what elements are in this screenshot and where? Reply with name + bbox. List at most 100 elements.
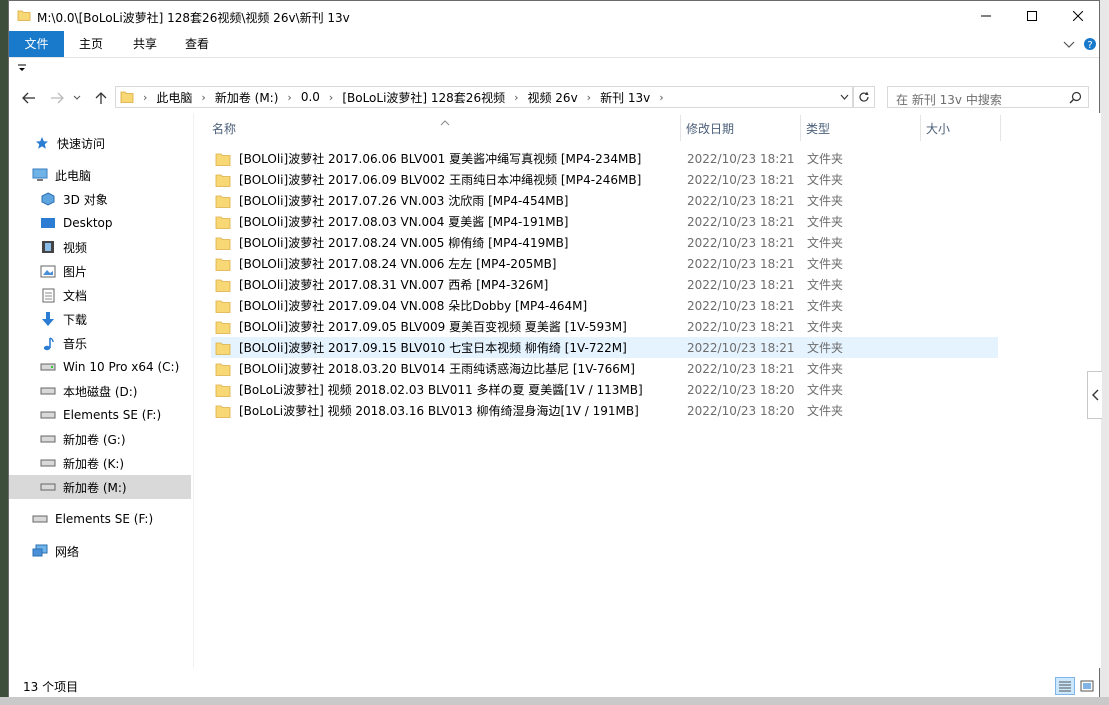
- chevron-right-icon[interactable]: ›: [511, 91, 521, 104]
- file-explorer-window: M:\0.0\[BoLoLi波萝社] 128套26视频\视频 26v\新刊 13…: [8, 0, 1102, 697]
- table-row[interactable]: [BOLOli]波萝社 2017.08.24 VN.006 左左 [MP4-20…: [211, 253, 998, 274]
- back-button[interactable]: [19, 89, 39, 107]
- chevron-right-icon[interactable]: ›: [284, 91, 294, 104]
- nav-drive-c[interactable]: Win 10 Pro x64 (C:): [9, 355, 221, 379]
- drive-icon: [31, 511, 49, 527]
- table-row[interactable]: [BOLOli]波萝社 2017.06.09 BLV002 王雨纯日本冲绳视频 …: [211, 169, 998, 190]
- nav-drive-f[interactable]: Elements SE (F:): [9, 403, 221, 427]
- nav-desktop[interactable]: Desktop: [9, 211, 221, 235]
- chevron-right-icon[interactable]: ›: [198, 91, 208, 104]
- pictures-icon: [39, 263, 57, 279]
- details-view-button[interactable]: [1055, 677, 1075, 695]
- file-name: [BOLOli]波萝社 2017.08.03 VN.004 夏美酱 [MP4-1…: [239, 215, 569, 229]
- maximize-button[interactable]: [1009, 1, 1055, 31]
- column-divider[interactable]: [920, 115, 921, 141]
- table-row[interactable]: [BOLOli]波萝社 2017.08.24 VN.005 柳侑绮 [MP4-4…: [211, 232, 998, 253]
- tab-view[interactable]: 查看: [175, 33, 219, 55]
- nav-pictures[interactable]: 图片: [9, 259, 221, 283]
- nav-3d-objects[interactable]: 3D 对象: [9, 187, 221, 211]
- nav-videos[interactable]: 视频: [9, 235, 221, 259]
- table-row[interactable]: [BOLOli]波萝社 2017.07.26 VN.003 沈欣雨 [MP4-4…: [211, 190, 998, 211]
- breadcrumb-item[interactable]: 新加卷 (M:): [209, 89, 285, 106]
- customize-toolbar-icon[interactable]: [17, 62, 27, 76]
- table-row[interactable]: [BOLOli]波萝社 2017.09.05 BLV009 夏美百变视频 夏美酱…: [211, 316, 998, 337]
- column-header-name[interactable]: 名称: [212, 113, 236, 145]
- chevron-right-icon[interactable]: ›: [326, 91, 336, 104]
- column-divider[interactable]: [680, 115, 681, 141]
- nav-drive-d[interactable]: 本地磁盘 (D:): [9, 379, 221, 403]
- large-icons-view-button[interactable]: [1077, 677, 1097, 695]
- svg-text:?: ?: [1087, 40, 1092, 51]
- address-bar[interactable]: › 此电脑 › 新加卷 (M:) › 0.0 › [BoLoLi波萝社] 128…: [115, 86, 853, 108]
- table-row[interactable]: [BOLOli]波萝社 2017.08.03 VN.004 夏美酱 [MP4-1…: [211, 211, 998, 232]
- nav-network[interactable]: 网络: [9, 539, 213, 563]
- nav-music[interactable]: 音乐: [9, 331, 221, 355]
- forward-button[interactable]: [47, 89, 67, 107]
- table-row[interactable]: [BoLoLi波萝社] 视频 2018.02.03 BLV011 多样の夏 夏美…: [211, 379, 998, 400]
- minimize-button[interactable]: [963, 1, 1009, 31]
- status-bar: 13 个项目: [9, 673, 1099, 697]
- search-icon[interactable]: [1069, 91, 1082, 107]
- file-name: [BOLOli]波萝社 2017.06.09 BLV002 王雨纯日本冲绳视频 …: [239, 173, 642, 187]
- column-header-size[interactable]: 大小: [926, 113, 950, 145]
- table-row[interactable]: [BOLOli]波萝社 2017.09.15 BLV010 七宝日本视频 柳侑绮…: [211, 337, 998, 358]
- nav-downloads[interactable]: 下载: [9, 307, 221, 331]
- tab-home[interactable]: 主页: [69, 33, 113, 55]
- chevron-right-icon[interactable]: ›: [656, 91, 666, 104]
- table-row[interactable]: [BOLOli]波萝社 2018.03.20 BLV014 王雨纯诱惑海边比基尼…: [211, 358, 998, 379]
- refresh-button[interactable]: [853, 86, 875, 108]
- table-row[interactable]: [BoLoLi波萝社] 视频 2018.03.16 BLV013 柳侑绮湿身海边…: [211, 400, 998, 421]
- navigation-pane: 快速访问 此电脑 3D 对象 Desktop 视频 图片 文档 下载 音乐 Wi…: [9, 113, 194, 668]
- nav-drive-m[interactable]: 新加卷 (M:): [9, 475, 191, 499]
- chevron-right-icon[interactable]: ›: [584, 91, 594, 104]
- column-divider[interactable]: [1000, 115, 1001, 141]
- folder-icon: [215, 173, 231, 187]
- up-button[interactable]: [91, 89, 111, 107]
- folder-icon: [215, 299, 231, 313]
- file-type: 文件夹: [807, 299, 844, 313]
- address-row: › 此电脑 › 新加卷 (M:) › 0.0 › [BoLoLi波萝社] 128…: [9, 83, 1099, 113]
- breadcrumb: › 此电脑 › 新加卷 (M:) › 0.0 › [BoLoLi波萝社] 128…: [140, 87, 667, 107]
- column-header-date[interactable]: 修改日期: [686, 113, 734, 145]
- file-date: 2022/10/23 18:21: [687, 361, 795, 376]
- help-icon[interactable]: ?: [1083, 37, 1097, 54]
- tab-file[interactable]: 文件: [9, 31, 64, 57]
- ribbon-tabs: 文件 主页 共享 查看 ?: [9, 31, 1099, 58]
- table-row[interactable]: [BOLOli]波萝社 2017.08.31 VN.007 西希 [MP4-32…: [211, 274, 998, 295]
- title-bar[interactable]: M:\0.0\[BoLoLi波萝社] 128套26视频\视频 26v\新刊 13…: [9, 1, 1099, 31]
- details-pane-toggle[interactable]: [1087, 371, 1102, 419]
- folder-icon: [120, 90, 134, 107]
- folder-icon: [215, 194, 231, 208]
- search-input[interactable]: 在 新刊 13v 中搜索: [887, 86, 1089, 108]
- chevron-right-icon[interactable]: ›: [140, 91, 150, 104]
- nav-documents[interactable]: 文档: [9, 283, 221, 307]
- tab-share[interactable]: 共享: [123, 33, 167, 55]
- recent-locations-button[interactable]: [71, 89, 83, 107]
- file-type: 文件夹: [807, 362, 844, 376]
- column-divider[interactable]: [800, 115, 801, 141]
- close-button[interactable]: [1055, 1, 1101, 31]
- folder-icon: [215, 215, 231, 229]
- folder-icon: [215, 152, 231, 166]
- folder-icon: [215, 383, 231, 397]
- table-row[interactable]: [BOLOli]波萝社 2017.06.06 BLV001 夏美酱冲绳写真视频 …: [211, 148, 998, 169]
- breadcrumb-item[interactable]: 新刊 13v: [594, 89, 656, 106]
- file-date: 2022/10/23 18:20: [687, 382, 795, 397]
- breadcrumb-item[interactable]: 视频 26v: [521, 89, 583, 106]
- breadcrumb-item[interactable]: [BoLoLi波萝社] 128套26视频: [336, 89, 511, 106]
- column-header-type[interactable]: 类型: [806, 113, 830, 145]
- folder-icon: [215, 341, 231, 355]
- nav-elements-se[interactable]: Elements SE (F:): [9, 507, 213, 531]
- breadcrumb-item[interactable]: 此电脑: [150, 89, 198, 106]
- nav-drive-g[interactable]: 新加卷 (G:): [9, 427, 221, 451]
- breadcrumb-item[interactable]: 0.0: [295, 90, 326, 104]
- nav-drive-k[interactable]: 新加卷 (K:): [9, 451, 221, 475]
- file-type: 文件夹: [807, 257, 844, 271]
- nav-this-pc[interactable]: 此电脑: [9, 163, 213, 187]
- nav-quick-access[interactable]: 快速访问: [9, 131, 215, 155]
- table-row[interactable]: [BOLOli]波萝社 2017.09.04 VN.008 朵比Dobby [M…: [211, 295, 998, 316]
- address-dropdown-button[interactable]: [836, 87, 852, 107]
- folder-icon: [215, 404, 231, 418]
- chevron-down-icon[interactable]: [1063, 38, 1075, 52]
- folder-icon: [215, 278, 231, 292]
